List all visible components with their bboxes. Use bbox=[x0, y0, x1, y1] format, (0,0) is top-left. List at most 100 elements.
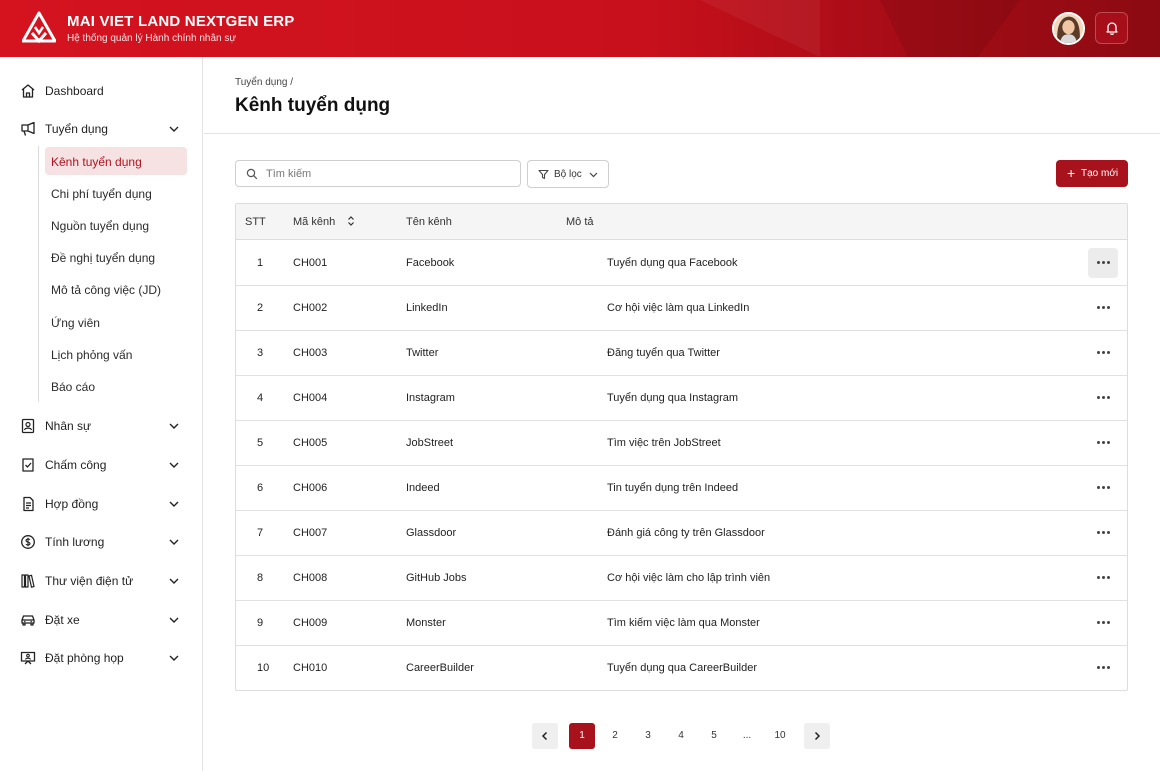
next-page-button[interactable] bbox=[804, 723, 830, 749]
cell-code: CH010 bbox=[293, 662, 328, 674]
cell-name: Twitter bbox=[406, 347, 439, 359]
more-actions-button[interactable] bbox=[1088, 248, 1118, 278]
sidebar-item-dashboard[interactable]: Dashboard bbox=[0, 76, 203, 106]
cell-description: Tuyển dụng qua Instagram bbox=[607, 392, 739, 404]
cell-name: Indeed bbox=[406, 482, 440, 494]
cell-stt: 3 bbox=[257, 347, 264, 359]
cell-stt: 5 bbox=[257, 437, 264, 449]
header-divider bbox=[204, 133, 1160, 134]
chevron-up-icon[interactable] bbox=[167, 122, 181, 136]
column-header-code[interactable]: Mã kênh bbox=[293, 216, 335, 228]
more-actions-button[interactable] bbox=[1088, 563, 1118, 593]
more-actions-button[interactable] bbox=[1088, 383, 1118, 413]
submenu-item-channels[interactable]: Kênh tuyển dụng bbox=[45, 147, 187, 175]
more-icon bbox=[1097, 621, 1110, 624]
more-actions-button[interactable] bbox=[1088, 653, 1118, 683]
sidebar-item-recruitment[interactable]: Tuyển dụng bbox=[0, 114, 203, 144]
more-actions-button[interactable] bbox=[1088, 473, 1118, 503]
sidebar-item-payroll[interactable]: Tính lương bbox=[0, 527, 203, 557]
page-button-3[interactable]: 3 bbox=[635, 723, 661, 749]
chevron-down-icon[interactable] bbox=[167, 419, 181, 433]
app-header: MAI VIET LAND NEXTGEN ERP Hệ thống quản … bbox=[0, 0, 1160, 57]
more-actions-button[interactable] bbox=[1088, 338, 1118, 368]
cell-code: CH001 bbox=[293, 257, 328, 269]
prev-page-button[interactable] bbox=[532, 723, 558, 749]
submenu-item-candidates[interactable]: Ứng viên bbox=[45, 308, 187, 336]
table-row[interactable]: 8 CH008 GitHub Jobs Cơ hội việc làm cho … bbox=[236, 556, 1127, 601]
sort-icon[interactable] bbox=[347, 215, 355, 227]
submenu-item-interview-schedule[interactable]: Lịch phỏng vấn bbox=[45, 340, 187, 368]
table-row[interactable]: 2 CH002 LinkedIn Cơ hội việc làm qua Lin… bbox=[236, 286, 1127, 331]
sidebar-item-label: Hợp đồng bbox=[45, 497, 99, 511]
channels-table: STT Mã kênh Tên kênh Mô tả 1 CH001 Faceb… bbox=[235, 203, 1128, 691]
page-button-10[interactable]: 10 bbox=[767, 723, 793, 749]
cell-code: CH007 bbox=[293, 527, 328, 539]
submenu-item-reports[interactable]: Báo cáo bbox=[45, 372, 187, 400]
more-icon bbox=[1097, 531, 1110, 534]
app-title: MAI VIET LAND NEXTGEN ERP bbox=[67, 13, 295, 30]
filter-button[interactable]: Bộ lọc bbox=[527, 160, 609, 188]
timesheet-icon bbox=[22, 458, 34, 472]
column-header-description: Mô tả bbox=[566, 216, 594, 228]
cell-description: Tìm việc trên JobStreet bbox=[607, 437, 721, 449]
create-label: Tạo mới bbox=[1081, 168, 1119, 179]
more-actions-button[interactable] bbox=[1088, 293, 1118, 323]
submenu-item-costs[interactable]: Chi phí tuyển dụng bbox=[45, 179, 187, 207]
more-actions-button[interactable] bbox=[1088, 608, 1118, 638]
table-row[interactable]: 6 CH006 Indeed Tin tuyển dụng trên Indee… bbox=[236, 466, 1127, 511]
sidebar-item-label: Tính lương bbox=[45, 535, 105, 549]
cell-name: Instagram bbox=[406, 392, 455, 404]
sidebar-item-label: Đặt xe bbox=[45, 613, 80, 627]
more-icon bbox=[1097, 306, 1110, 309]
create-button[interactable]: + Tạo mới bbox=[1056, 160, 1128, 187]
table-row[interactable]: 1 CH001 Facebook Tuyển dụng qua Facebook bbox=[236, 241, 1127, 286]
table-row[interactable]: 10 CH010 CareerBuilder Tuyển dụng qua Ca… bbox=[236, 646, 1127, 690]
mai-viet-land-logo-icon[interactable] bbox=[22, 11, 56, 47]
user-avatar-icon[interactable] bbox=[1052, 12, 1085, 45]
sidebar-item-library[interactable]: Thư viện điện tử bbox=[0, 566, 203, 596]
page-button-4[interactable]: 4 bbox=[668, 723, 694, 749]
table-row[interactable]: 9 CH009 Monster Tìm kiếm việc làm qua Mo… bbox=[236, 601, 1127, 646]
more-actions-button[interactable] bbox=[1088, 428, 1118, 458]
cell-code: CH003 bbox=[293, 347, 328, 359]
sidebar-item-car-booking[interactable]: Đặt xe bbox=[0, 605, 203, 635]
chevron-down-icon[interactable] bbox=[167, 535, 181, 549]
chevron-down-icon[interactable] bbox=[167, 574, 181, 588]
more-actions-button[interactable] bbox=[1088, 518, 1118, 548]
sidebar-item-contracts[interactable]: Hợp đồng bbox=[0, 489, 203, 519]
page-button-1[interactable]: 1 bbox=[569, 723, 595, 749]
chevron-down-icon[interactable] bbox=[167, 497, 181, 511]
submenu-item-job-description[interactable]: Mô tả công việc (JD) bbox=[45, 275, 187, 303]
more-icon bbox=[1097, 441, 1110, 444]
sidebar-item-meeting-room[interactable]: Đặt phòng họp bbox=[0, 643, 203, 673]
sidebar-item-timekeeping[interactable]: Chấm công bbox=[0, 450, 203, 480]
cell-description: Tuyển dụng qua CareerBuilder bbox=[607, 662, 758, 674]
chevron-right-icon bbox=[814, 731, 821, 741]
notification-button[interactable] bbox=[1095, 12, 1128, 44]
search-box[interactable] bbox=[235, 160, 521, 187]
search-input[interactable] bbox=[266, 165, 506, 183]
table-row[interactable]: 3 CH003 Twitter Đăng tuyển qua Twitter bbox=[236, 331, 1127, 376]
submenu-item-requests[interactable]: Đề nghị tuyển dụng bbox=[45, 243, 187, 271]
table-row[interactable]: 5 CH005 JobStreet Tìm việc trên JobStree… bbox=[236, 421, 1127, 466]
presentation-icon bbox=[20, 651, 36, 665]
page-button-2[interactable]: 2 bbox=[602, 723, 628, 749]
dollar-circle-icon bbox=[21, 535, 35, 549]
cell-stt: 1 bbox=[257, 257, 264, 269]
sidebar-item-label: Nhân sự bbox=[45, 419, 92, 433]
submenu-item-sources[interactable]: Nguồn tuyển dụng bbox=[45, 211, 187, 239]
cell-stt: 6 bbox=[257, 482, 264, 494]
breadcrumb[interactable]: Tuyển dụng / bbox=[235, 77, 293, 88]
document-icon bbox=[23, 496, 34, 512]
car-icon bbox=[21, 615, 35, 626]
main-content: Tuyển dụng / Kênh tuyển dụng Bộ lọc + Tạ… bbox=[204, 57, 1160, 771]
chevron-down-icon bbox=[589, 172, 598, 178]
table-row[interactable]: 7 CH007 Glassdoor Đánh giá công ty trên … bbox=[236, 511, 1127, 556]
cell-name: CareerBuilder bbox=[406, 662, 474, 674]
page-button-5[interactable]: 5 bbox=[701, 723, 727, 749]
table-row[interactable]: 4 CH004 Instagram Tuyển dụng qua Instagr… bbox=[236, 376, 1127, 421]
chevron-down-icon[interactable] bbox=[167, 651, 181, 665]
chevron-down-icon[interactable] bbox=[167, 613, 181, 627]
chevron-down-icon[interactable] bbox=[167, 458, 181, 472]
sidebar-item-personnel[interactable]: Nhân sự bbox=[0, 411, 203, 441]
